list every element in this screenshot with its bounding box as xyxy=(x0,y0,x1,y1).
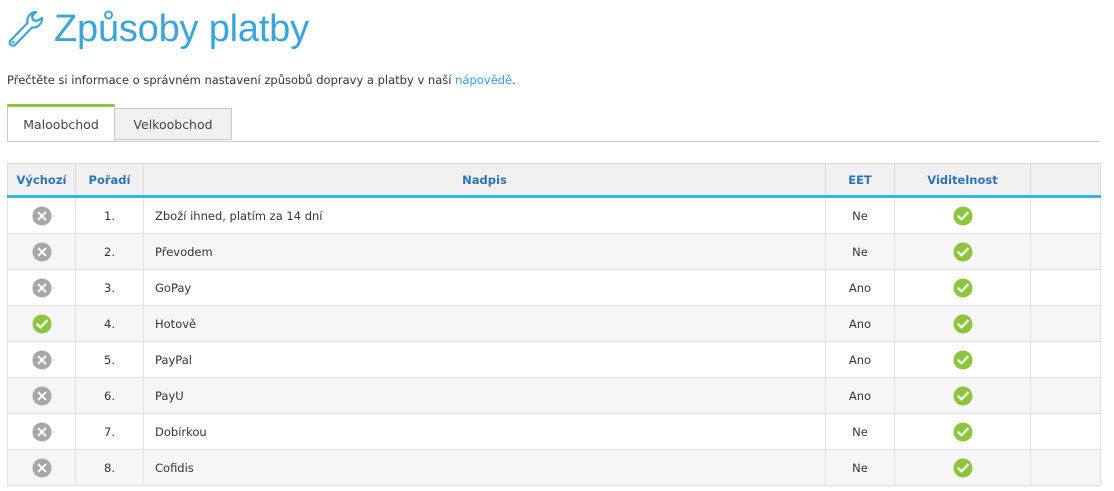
header-order[interactable]: Pořadí xyxy=(75,163,144,198)
tab-velkoobchod[interactable]: Velkoobchod xyxy=(115,108,232,140)
default-cell[interactable] xyxy=(7,305,76,342)
tab-bar: Maloobchod Velkoobchod xyxy=(7,104,1100,142)
x-circle-icon[interactable] xyxy=(32,278,52,297)
check-circle-icon[interactable] xyxy=(953,314,973,333)
header-actions xyxy=(1030,163,1101,198)
eet-cell: Ne xyxy=(825,449,895,486)
eet-cell: Ne xyxy=(825,196,895,234)
table-row: 1. Zboží ihned, platím za 14 dní Ne xyxy=(7,196,1101,234)
intro-text: Přečtěte si informace o správném nastave… xyxy=(7,73,516,87)
order-cell: 5. xyxy=(75,341,144,378)
visibility-cell[interactable] xyxy=(894,377,1031,414)
table-header-row: Výchozí Pořadí Nadpis EET Viditelnost xyxy=(7,163,1101,198)
actions-cell xyxy=(1030,377,1101,414)
eet-cell: Ne xyxy=(825,233,895,270)
table-row: 4. Hotově Ano xyxy=(7,305,1101,342)
help-link[interactable]: nápovědě xyxy=(455,73,512,87)
check-circle-icon[interactable] xyxy=(953,386,973,405)
label-cell[interactable]: Převodem xyxy=(143,233,826,270)
intro-text-main: Přečtěte si informace o správném nastave… xyxy=(7,73,456,87)
check-circle-icon[interactable] xyxy=(953,206,973,225)
x-circle-icon[interactable] xyxy=(32,422,52,441)
header-label[interactable]: Nadpis xyxy=(143,163,826,198)
visibility-cell[interactable] xyxy=(894,196,1031,234)
check-circle-icon[interactable] xyxy=(953,458,973,477)
check-circle-icon[interactable] xyxy=(953,278,973,297)
table-row: 5. PayPal Ano xyxy=(7,341,1101,378)
default-cell[interactable] xyxy=(7,413,76,450)
order-cell: 7. xyxy=(75,413,144,450)
order-cell: 3. xyxy=(75,269,144,306)
check-circle-icon[interactable] xyxy=(953,350,973,369)
wrench-icon xyxy=(8,10,44,47)
actions-cell xyxy=(1030,269,1101,306)
table-row: 7. Dobírkou Ne xyxy=(7,413,1101,450)
x-circle-icon[interactable] xyxy=(32,386,52,405)
table-row: 3. GoPay Ano xyxy=(7,269,1101,306)
order-cell: 1. xyxy=(75,196,144,234)
header-visibility[interactable]: Viditelnost xyxy=(894,163,1031,198)
actions-cell xyxy=(1030,196,1101,234)
eet-cell: Ano xyxy=(825,305,895,342)
eet-cell: Ano xyxy=(825,341,895,378)
actions-cell xyxy=(1030,449,1101,486)
visibility-cell[interactable] xyxy=(894,341,1031,378)
label-cell[interactable]: GoPay xyxy=(143,269,826,306)
label-cell[interactable]: Hotově xyxy=(143,305,826,342)
header-eet[interactable]: EET xyxy=(825,163,895,198)
default-cell[interactable] xyxy=(7,449,76,486)
tab-maloobchod[interactable]: Maloobchod xyxy=(7,104,115,141)
check-circle-icon[interactable] xyxy=(953,422,973,441)
default-cell[interactable] xyxy=(7,341,76,378)
label-cell[interactable]: PayPal xyxy=(143,341,826,378)
default-cell[interactable] xyxy=(7,233,76,270)
visibility-cell[interactable] xyxy=(894,449,1031,486)
table-row: 8. Cofidis Ne xyxy=(7,449,1101,486)
visibility-cell[interactable] xyxy=(894,305,1031,342)
default-cell[interactable] xyxy=(7,196,76,234)
check-circle-icon[interactable] xyxy=(953,242,973,261)
page-header: Způsoby platby xyxy=(6,6,309,52)
default-cell[interactable] xyxy=(7,269,76,306)
label-cell[interactable]: Cofidis xyxy=(143,449,826,486)
visibility-cell[interactable] xyxy=(894,269,1031,306)
actions-cell xyxy=(1030,341,1101,378)
label-cell[interactable]: Zboží ihned, platím za 14 dní xyxy=(143,196,826,234)
intro-text-end: . xyxy=(512,73,516,87)
x-circle-icon[interactable] xyxy=(32,458,52,477)
eet-cell: Ano xyxy=(825,377,895,414)
x-circle-icon[interactable] xyxy=(32,242,52,261)
actions-cell xyxy=(1030,305,1101,342)
table-row: 6. PayU Ano xyxy=(7,377,1101,414)
visibility-cell[interactable] xyxy=(894,413,1031,450)
x-circle-icon[interactable] xyxy=(32,350,52,369)
visibility-cell[interactable] xyxy=(894,233,1031,270)
page-title: Způsoby platby xyxy=(54,7,309,50)
header-default[interactable]: Výchozí xyxy=(7,163,76,198)
actions-cell xyxy=(1030,413,1101,450)
order-cell: 8. xyxy=(75,449,144,486)
table-row: 2. Převodem Ne xyxy=(7,233,1101,270)
eet-cell: Ne xyxy=(825,413,895,450)
order-cell: 4. xyxy=(75,305,144,342)
eet-cell: Ano xyxy=(825,269,895,306)
check-circle-icon[interactable] xyxy=(32,314,52,333)
default-cell[interactable] xyxy=(7,377,76,414)
payment-methods-table: Výchozí Pořadí Nadpis EET Viditelnost 1.… xyxy=(7,163,1101,486)
x-circle-icon[interactable] xyxy=(32,206,52,225)
label-cell[interactable]: PayU xyxy=(143,377,826,414)
order-cell: 6. xyxy=(75,377,144,414)
label-cell[interactable]: Dobírkou xyxy=(143,413,826,450)
actions-cell xyxy=(1030,233,1101,270)
order-cell: 2. xyxy=(75,233,144,270)
